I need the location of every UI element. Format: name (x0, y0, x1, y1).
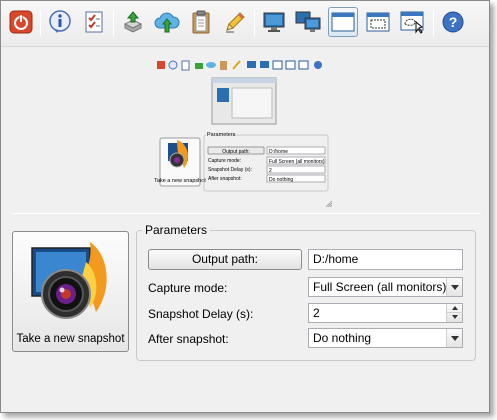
svg-text:Output path:: Output path: (222, 149, 250, 155)
install-button[interactable] (118, 7, 148, 37)
region-capture-button[interactable] (363, 7, 393, 37)
capture-mode-value: Full Screen (all monitors) (313, 280, 447, 294)
info-icon (49, 10, 71, 33)
spinner-buttons[interactable] (446, 304, 463, 322)
chevron-down-icon[interactable] (446, 329, 462, 347)
multi-monitor-capture-button[interactable] (293, 7, 323, 37)
snapshot-delay-spinner[interactable]: 2 (308, 303, 463, 323)
capture-mode-select[interactable]: Full Screen (all monitors) (308, 277, 463, 297)
snapshot-delay-value: 2 (313, 306, 320, 320)
svg-text:?: ? (449, 14, 458, 30)
power-icon (9, 10, 33, 34)
preview-area: Take a new snapshot Parameters Output pa… (1, 48, 489, 213)
preview-snap-label: Take a new snapshot (154, 178, 206, 184)
freehand-region-icon (400, 11, 424, 34)
spin-down-icon[interactable] (447, 313, 463, 322)
svg-text:Capture mode:: Capture mode: (208, 158, 241, 164)
svg-text:Full Screen (all monitors): Full Screen (all monitors) (269, 159, 325, 165)
monitor-icon (263, 12, 285, 32)
pencil-button[interactable] (220, 7, 250, 37)
window-icon (331, 12, 355, 32)
spin-up-icon[interactable] (447, 304, 463, 313)
toolbar: ? (1, 1, 489, 47)
window-capture-button[interactable] (328, 7, 358, 37)
pencil-icon (226, 12, 245, 33)
resize-grip-icon[interactable] (326, 201, 332, 207)
cloud-upload-button[interactable] (152, 7, 182, 37)
help-icon: ? (442, 11, 464, 33)
snapshot-camera-icon (31, 242, 107, 319)
snapshot-delay-label: Snapshot Delay (s): (148, 307, 254, 321)
clipboard-button[interactable] (186, 7, 216, 37)
take-snapshot-label: Take a new snapshot (16, 333, 125, 345)
after-snapshot-value: Do nothing (313, 331, 372, 345)
app-window: ? Take a new snapshot Parameters Output … (0, 0, 490, 413)
capture-mode-label: Capture mode: (148, 281, 228, 295)
power-button[interactable] (6, 7, 36, 37)
svg-text:Do nothing: Do nothing (269, 177, 293, 183)
take-snapshot-button[interactable]: Take a new snapshot (12, 231, 129, 352)
preview-thumbnail: Take a new snapshot Parameters Output pa… (154, 60, 329, 192)
freehand-capture-button[interactable] (398, 7, 428, 37)
preview-toolbar (157, 60, 322, 71)
region-icon (366, 12, 390, 32)
svg-text:2: 2 (269, 168, 272, 174)
after-snapshot-select[interactable]: Do nothing (308, 328, 463, 348)
info-button[interactable] (45, 7, 75, 37)
help-button[interactable]: ? (438, 7, 468, 37)
svg-text:After snapshot:: After snapshot: (208, 176, 242, 182)
fullscreen-capture-button[interactable] (259, 7, 289, 37)
multi-monitor-icon (295, 11, 321, 32)
after-snapshot-label: After snapshot: (148, 332, 229, 346)
svg-text:Parameters: Parameters (207, 132, 236, 138)
output-path-field[interactable]: D:/home (308, 249, 463, 270)
chevron-down-icon[interactable] (446, 278, 462, 296)
checklist-icon (85, 11, 103, 33)
cloud-upload-icon (154, 12, 180, 33)
svg-text:Snapshot Delay (s):: Snapshot Delay (s): (208, 167, 252, 173)
divider (11, 213, 481, 214)
svg-text:D:/home: D:/home (269, 149, 288, 155)
checklist-button[interactable] (79, 7, 109, 37)
install-icon (123, 11, 143, 33)
parameters-title: Parameters (142, 223, 211, 237)
output-path-button[interactable]: Output path: (148, 249, 302, 270)
clipboard-icon (192, 10, 210, 34)
